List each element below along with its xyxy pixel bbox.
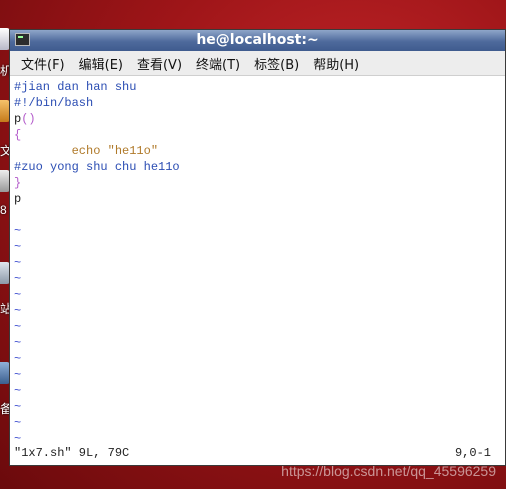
- empty-line-tilde: ~: [14, 240, 22, 254]
- menu-bar: 文件(F) 编辑(E) 查看(V) 终端(T) 标签(B) 帮助(H): [10, 51, 505, 76]
- menu-terminal[interactable]: 终端(T): [189, 54, 247, 73]
- code-line: #!/bin/bash: [14, 96, 94, 110]
- empty-line-tilde: ~: [14, 288, 22, 302]
- code-line: }: [14, 176, 22, 190]
- menu-tabs[interactable]: 标签(B): [247, 54, 306, 73]
- watermark-text: https://blog.csdn.net/qq_45596259: [281, 463, 496, 479]
- empty-line-tilde: ~: [14, 432, 22, 442]
- file-info: "1x7.sh" 9L, 79C: [14, 446, 130, 460]
- code-line: #zuo yong shu chu he11o: [14, 160, 180, 174]
- empty-line-tilde: ~: [14, 368, 22, 382]
- menu-edit[interactable]: 编辑(E): [72, 54, 130, 73]
- empty-line-tilde: ~: [14, 352, 22, 366]
- window-title: he@localhost:~: [196, 32, 319, 48]
- empty-line-tilde: ~: [14, 256, 22, 270]
- empty-line-tilde: ~: [14, 304, 22, 318]
- menu-help[interactable]: 帮助(H): [306, 54, 366, 73]
- menu-view[interactable]: 查看(V): [130, 54, 189, 73]
- empty-line-tilde: ~: [14, 384, 22, 398]
- empty-line-tilde: ~: [14, 224, 22, 238]
- empty-line-tilde: ~: [14, 400, 22, 414]
- code-line: p: [14, 192, 22, 206]
- empty-line-tilde: ~: [14, 416, 22, 430]
- empty-line-tilde: ~: [14, 272, 22, 286]
- vim-editor-area[interactable]: #jian dan han shu #!/bin/bash p() { echo "h…: [10, 76, 505, 442]
- empty-line-tilde: ~: [14, 320, 22, 334]
- empty-line-tilde: ~: [14, 336, 22, 350]
- code-line: echo "he11o": [14, 144, 159, 158]
- terminal-window[interactable]: he@localhost:~ 文件(F) 编辑(E) 查看(V) 终端(T) 标…: [9, 29, 506, 466]
- code-line: #jian dan han shu: [14, 80, 137, 94]
- title-bar[interactable]: he@localhost:~: [10, 30, 505, 51]
- vim-status-line: "1x7.sh" 9L, 79C 9,0-1: [10, 442, 505, 465]
- code-line: p(): [14, 112, 36, 126]
- menu-file[interactable]: 文件(F): [14, 54, 72, 73]
- cursor-position: 9,0-1: [454, 446, 491, 460]
- code-line: {: [14, 128, 22, 142]
